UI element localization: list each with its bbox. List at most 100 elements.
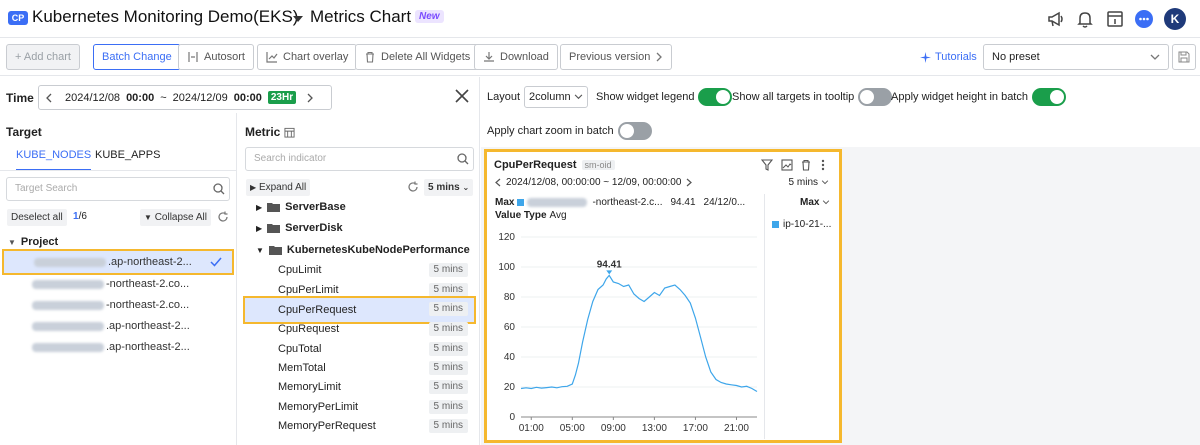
chevron-left-icon[interactable] — [45, 93, 53, 103]
save-preset-button[interactable] — [1172, 44, 1196, 70]
redacted-ip — [32, 342, 104, 352]
chevron-right-icon[interactable] — [306, 93, 314, 103]
expand-all-button[interactable]: ▶ Expand All — [246, 179, 311, 196]
image-icon[interactable] — [781, 159, 793, 171]
target-item[interactable]: -northeast-2.co... — [2, 294, 234, 316]
redacted-ip — [32, 279, 104, 289]
legend-sort[interactable]: Max — [800, 197, 830, 208]
download-button[interactable]: Download — [474, 44, 558, 70]
metric-interval-tag: 5 mins — [428, 283, 468, 297]
tutorials-link[interactable]: Tutorials — [920, 51, 977, 63]
apply-height-toggle[interactable] — [1031, 88, 1066, 106]
start-time: 00:00 — [126, 91, 155, 104]
y-tick-label: 120 — [498, 232, 515, 243]
layout-select[interactable]: 2column — [524, 86, 588, 108]
widget-interval-select[interactable]: 5 mins — [789, 177, 829, 188]
app-header: CP Kubernetes Monitoring Demo(EKS) Metri… — [0, 0, 1200, 38]
project-group-label: Project — [20, 236, 59, 248]
metric-interval-tag: 5 mins — [428, 380, 468, 394]
add-chart-button[interactable]: + Add chart — [6, 44, 80, 70]
chevron-left-icon[interactable] — [495, 178, 501, 187]
target-search-input[interactable]: Target Search — [6, 177, 230, 201]
folder-serverdisk[interactable]: ▶ ServerDisk — [256, 222, 343, 234]
deselect-all-button[interactable]: Deselect all — [7, 209, 67, 226]
chart-overlay-button[interactable]: Chart overlay — [257, 44, 358, 70]
megaphone-icon[interactable] — [1046, 9, 1066, 29]
folder-icon — [267, 203, 281, 212]
target-title: Target — [6, 125, 42, 139]
target-item[interactable]: -northeast-2.co... — [2, 273, 234, 295]
new-badge: New — [415, 10, 444, 23]
metric-item[interactable]: CpuTotal 5 mins — [278, 339, 468, 359]
show-all-targets-toggle[interactable] — [858, 88, 893, 106]
bell-icon[interactable] — [1075, 9, 1095, 29]
metric-interval-tag: 5 mins — [428, 361, 468, 375]
legend-header: Max — [800, 197, 820, 208]
metric-item-label: CpuLimit — [278, 264, 322, 276]
project-group[interactable]: ▼ Project — [8, 236, 58, 248]
line-chart-icon — [266, 52, 278, 63]
project-name[interactable]: Kubernetes Monitoring Demo(EKS) — [32, 7, 298, 27]
metric-item[interactable]: CpuLimit 5 mins — [278, 260, 468, 280]
apply-zoom-toggle[interactable] — [617, 122, 652, 140]
cpu-line-chart[interactable]: 0 20 40 60 80 100 120 01:00 05:00 09:00 13:00 17:00… — [487, 227, 763, 441]
value-type-label: Value Type — [495, 210, 547, 221]
tab-kube-apps[interactable]: KUBE_APPS — [95, 149, 160, 169]
target-item[interactable]: .ap-northeast-2... — [2, 315, 234, 337]
more-vertical-icon[interactable] — [821, 159, 825, 171]
batch-change-button[interactable]: Batch Change — [93, 44, 181, 70]
x-tick-label: 21:00 — [724, 423, 749, 434]
metric-interval-tag: 5 mins — [428, 419, 468, 433]
trash-icon[interactable] — [800, 159, 812, 171]
metric-interval-select[interactable]: 5 mins ⌄ — [424, 179, 474, 196]
delete-all-widgets-button[interactable]: Delete All Widgets — [355, 44, 480, 70]
collapse-all-button[interactable]: ▼ Collapse All — [140, 209, 211, 226]
filter-icon[interactable] — [761, 159, 773, 171]
metric-item[interactable]: MemoryLimit 5 mins — [278, 377, 468, 397]
refresh-icon[interactable] — [407, 181, 419, 193]
redacted-ip — [527, 198, 588, 207]
folder-kubenode-performance[interactable]: ▼ KubernetesKubeNodePerformance — [256, 244, 470, 256]
autosort-button[interactable]: Autosort — [178, 44, 254, 70]
project-dropdown-icon[interactable] — [292, 15, 304, 23]
target-item[interactable]: .ap-northeast-2... — [2, 336, 234, 358]
chat-icon[interactable] — [1134, 9, 1154, 29]
target-item[interactable]: .ap-northeast-2... — [2, 249, 234, 275]
target-item-label: -northeast-2.co... — [106, 299, 190, 311]
widget-interval-value: 5 mins — [788, 177, 818, 188]
max-summary: Max -northeast-2.c... 94.41 24/12/0... — [495, 197, 745, 208]
metric-item[interactable]: MemoryPerLimit 5 mins — [278, 397, 468, 417]
previous-version-button[interactable]: Previous version — [560, 44, 673, 70]
metric-item-label: CpuPerRequest — [278, 304, 357, 316]
metric-item[interactable]: MemTotal 5 mins — [278, 358, 468, 378]
caret-right-icon: ▶ — [256, 202, 263, 212]
preset-select[interactable]: No preset — [983, 44, 1169, 70]
calendar-icon[interactable] — [284, 127, 295, 138]
widget-time-range: 2024/12/08, 00:00:00 ~ 12/09, 00:00:00 — [495, 177, 693, 188]
refresh-icon[interactable] — [217, 211, 229, 223]
search-icon — [213, 183, 225, 195]
series-line — [520, 274, 758, 393]
folder-serverbase[interactable]: ▶ ServerBase — [256, 201, 346, 213]
layout-option: Layout 2column — [487, 86, 588, 108]
save-icon — [1178, 51, 1190, 63]
show-legend-toggle[interactable] — [698, 88, 733, 106]
chart-widget[interactable]: CpuPerRequest sm-oid 2024/12/08, 00:00:0… — [484, 149, 842, 443]
legend-item[interactable]: ip-10-21-... — [772, 219, 831, 230]
y-tick-label: 60 — [504, 322, 516, 333]
metric-item[interactable]: CpuRequest 5 mins — [278, 319, 468, 339]
metric-item-label: MemoryPerRequest — [278, 420, 376, 432]
close-icon[interactable] — [455, 89, 469, 103]
user-avatar[interactable]: K — [1164, 8, 1186, 30]
metric-title: Metric — [245, 125, 295, 139]
metric-item[interactable]: MemoryPerRequest 5 mins — [278, 416, 468, 436]
time-range-picker[interactable]: 2024/12/08 00:00 ~ 2024/12/09 00:00 23Hr — [38, 85, 332, 110]
trash-icon — [366, 51, 374, 63]
show-all-targets-label: Show all targets in tooltip — [732, 91, 855, 103]
document-info-icon[interactable] — [1105, 9, 1125, 29]
chevron-right-icon[interactable] — [686, 178, 693, 187]
tab-kube-nodes[interactable]: KUBE_NODES — [16, 149, 92, 171]
metric-search-input[interactable]: Search indicator — [245, 147, 474, 171]
widget-title: CpuPerRequest — [494, 159, 577, 171]
redacted-ip — [32, 300, 104, 310]
